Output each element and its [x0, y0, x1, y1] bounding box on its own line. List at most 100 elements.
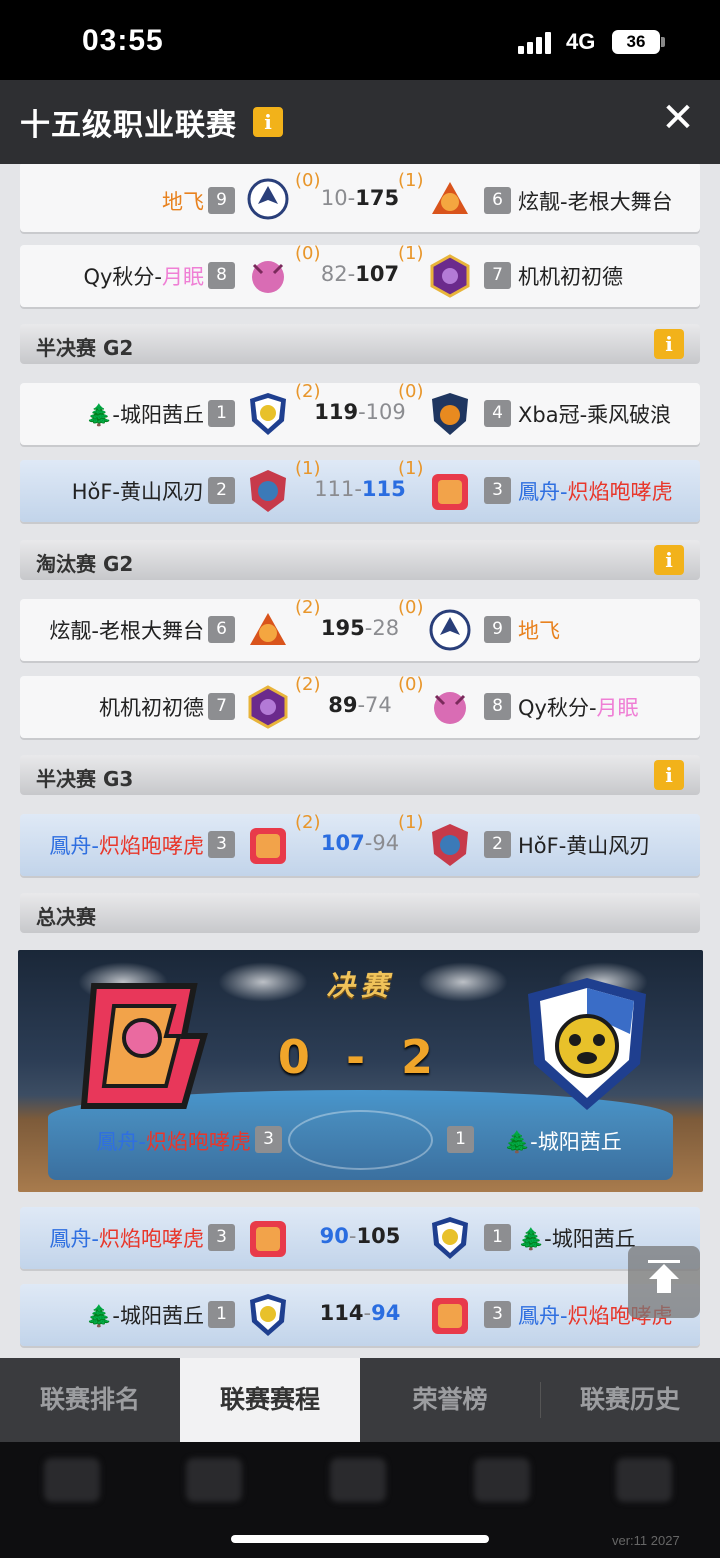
match-row[interactable]: 🌲-城阳茜丘 1 (2) 119-109 (0) 4 Xba冠-乘风破浪	[20, 381, 700, 445]
knight-team-logo-icon	[432, 1298, 468, 1334]
close-icon[interactable]: ✕	[660, 98, 696, 138]
section-header-semi-g2: 半决赛 G2 i	[20, 324, 700, 364]
info-icon[interactable]: i	[654, 760, 684, 790]
scroll-top-icon	[648, 1260, 680, 1263]
score-right: 175	[355, 186, 400, 210]
arrow-up-icon	[649, 1264, 679, 1279]
knight-team-logo-icon	[432, 474, 468, 510]
right-wins: (1)	[398, 243, 424, 264]
tab-league-ranking[interactable]: 联赛排名	[0, 1358, 180, 1442]
match-score: 114-94	[319, 1301, 401, 1325]
match-score: 111-115	[314, 477, 406, 501]
section-title: 总决赛	[36, 905, 96, 929]
match-score: 119-109	[314, 400, 406, 424]
right-wins: (0)	[398, 674, 424, 695]
left-team-name: 鳳舟-炽焰咆哮虎	[49, 830, 204, 860]
tab-league-schedule[interactable]: 联赛赛程	[180, 1358, 360, 1442]
team-name-part: 鳳舟-	[518, 1304, 568, 1328]
version-label: ver:11 2027	[612, 1533, 680, 1548]
team-name-part: 鳳舟-	[49, 1227, 99, 1251]
right-seed: 3	[484, 477, 511, 504]
home-indicator[interactable]	[231, 1535, 489, 1543]
section-header-final: 总决赛	[20, 893, 700, 933]
score-right: 94	[371, 1301, 401, 1325]
right-seed: 9	[484, 616, 511, 643]
right-seed: 8	[484, 693, 511, 720]
right-seed: 7	[484, 262, 511, 289]
match-row[interactable]: 机机初初德 7 (2) 89-74 (0) 8 Qy秋分-月眠	[20, 674, 700, 738]
fire-warrior-team-logo-icon	[432, 182, 468, 214]
team-name-part: 鳳舟-	[49, 834, 99, 858]
left-seed: 3	[208, 1224, 235, 1251]
section-header-semi-g3: 半决赛 G3 i	[20, 755, 700, 795]
left-seed: 8	[208, 262, 235, 289]
knight-team-logo-icon	[80, 983, 208, 1109]
section-title: 半决赛 G2	[36, 336, 134, 360]
left-seed: 2	[208, 477, 235, 504]
match-row[interactable]: 鳳舟-炽焰咆哮虎 3 90-105 1 🌲-城阳茜丘	[20, 1207, 700, 1269]
header: 十五级职业联赛 i ✕	[0, 80, 720, 164]
score-right: 28	[372, 616, 400, 640]
left-seed: 3	[208, 831, 235, 858]
scroll-to-top-button[interactable]	[628, 1246, 700, 1318]
match-row[interactable]: 🌲-城阳茜丘 1 114-94 3 鳳舟-炽焰咆哮虎	[20, 1284, 700, 1346]
purple-knight-team-logo-icon	[430, 254, 470, 298]
score-right: 74	[365, 693, 392, 717]
match-row[interactable]: 炫靓-老根大舞台 6 (2) 195-28 (0) 9 地飞	[20, 597, 700, 661]
score-left: 90	[319, 1224, 349, 1248]
blurred-nav-icon	[44, 1458, 100, 1502]
team-name-part: 月眠	[162, 265, 204, 289]
left-seed: 6	[208, 616, 235, 643]
section-title: 半决赛 G3	[36, 767, 134, 791]
team-name-part: Qy秋分-	[83, 265, 162, 289]
match-row[interactable]: 地飞 9 (0) 10-175 (1) 6 炫靓-老根大舞台	[20, 164, 700, 232]
blurred-nav-icon	[474, 1458, 530, 1502]
schedule-list[interactable]: 地飞 9 (0) 10-175 (1) 6 炫靓-老根大舞台 Qy秋分-月眠 8…	[0, 164, 720, 1358]
left-team-name: HǒF-黄山风刃	[71, 480, 204, 504]
right-wins: (1)	[398, 812, 424, 833]
panda-shield-team-logo-icon	[432, 1217, 468, 1259]
team-name-part: 炽焰咆哮虎	[146, 1130, 251, 1154]
tab-honor-board[interactable]: 荣誉榜	[360, 1358, 540, 1442]
bottom-tab-bar: 联赛排名 联赛赛程 荣誉榜 联赛历史	[0, 1358, 720, 1442]
left-team-name: 地飞	[162, 190, 204, 214]
final-right-seed: 1	[447, 1126, 474, 1153]
left-seed: 9	[208, 187, 235, 214]
blurred-nav-icon	[616, 1458, 672, 1502]
info-icon[interactable]: i	[654, 545, 684, 575]
match-score: 89-74	[328, 693, 392, 717]
right-seed: 2	[484, 831, 511, 858]
final-right-team-name: 🌲-城阳茜丘	[504, 1130, 622, 1154]
wolf-badge-team-logo-icon	[432, 824, 468, 866]
final-left-team-name: 鳳舟-炽焰咆哮虎	[96, 1126, 251, 1156]
score-left: 107	[320, 831, 365, 855]
score-right: 94	[372, 831, 400, 855]
right-team-name: 炫靓-老根大舞台	[518, 190, 673, 214]
final-banner[interactable]: 决赛 0 - 2 鳳舟-炽焰咆哮虎 3 1 🌲-城阳茜丘	[18, 950, 703, 1192]
team-name-part: 炽焰咆哮虎	[99, 834, 204, 858]
left-wins: (0)	[295, 243, 321, 264]
blurred-nav-icon	[330, 1458, 386, 1502]
match-row[interactable]: 鳳舟-炽焰咆哮虎 3 (2) 107-94 (1) 2 HǒF-黄山风刃	[20, 812, 700, 876]
right-team-name: 地飞	[518, 619, 560, 643]
match-row[interactable]: Qy秋分-月眠 8 (0) 82-107 (1) 7 机机初初德	[20, 243, 700, 307]
info-icon[interactable]: i	[654, 329, 684, 359]
info-icon[interactable]: i	[253, 107, 283, 137]
section-header-elim-g2: 淘汰赛 G2 i	[20, 540, 700, 580]
left-team-name: 🌲-城阳茜丘	[86, 1304, 204, 1328]
match-score: 82-107	[320, 262, 400, 286]
tab-league-history[interactable]: 联赛历史	[540, 1358, 720, 1442]
arrow-stem	[657, 1279, 671, 1293]
left-wins: (2)	[295, 812, 321, 833]
score-left: 82	[320, 262, 348, 286]
score-right: 105	[356, 1224, 401, 1248]
pumpkin-shield-team-logo-icon	[432, 393, 468, 435]
team-name-part: 月眠	[596, 696, 639, 720]
right-seed: 1	[484, 1224, 511, 1251]
left-seed: 1	[208, 400, 235, 427]
right-seed: 6	[484, 187, 511, 214]
match-row[interactable]: HǒF-黄山风刃 2 (1) 111-115 (1) 3 鳳舟-炽焰咆哮虎	[20, 458, 700, 522]
right-wins: (1)	[398, 458, 424, 479]
left-team-name: 鳳舟-炽焰咆哮虎	[49, 1223, 204, 1253]
left-team-name: Qy秋分-月眠	[83, 261, 204, 291]
